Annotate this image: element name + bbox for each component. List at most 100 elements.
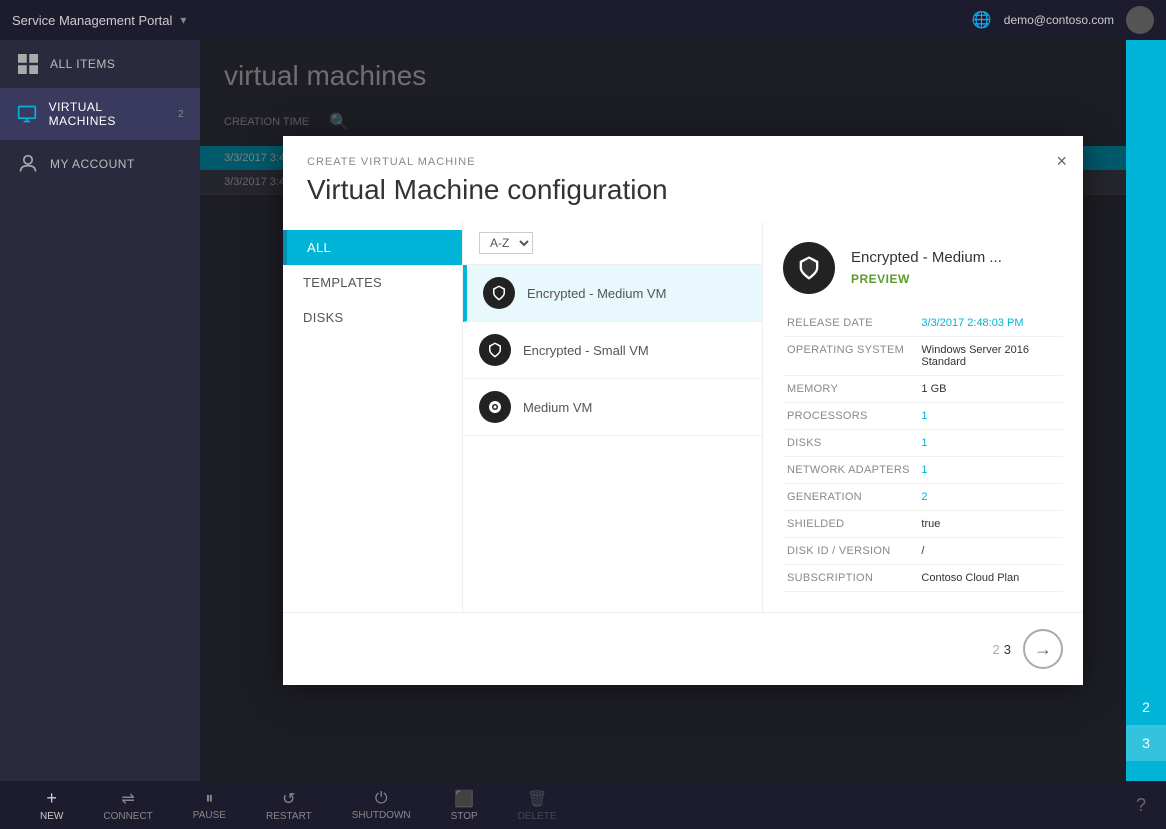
table-row: RELEASE DATE 3/3/2017 2:48:03 PM — [783, 310, 1063, 337]
sidebar-item-label: ALL ITEMS — [50, 57, 115, 71]
detail-title-block: Encrypted - Medium ... PREVIEW — [851, 249, 1002, 288]
list-item[interactable]: Medium VM — [463, 379, 762, 436]
step-3[interactable]: 3 — [1004, 642, 1011, 657]
content-area: virtual machines CREATION TIME 🔍 3/3/201… — [200, 40, 1166, 781]
dropdown-arrow-icon[interactable]: ▾ — [180, 13, 186, 27]
sidebar-item-label: VIRTUAL MACHINES — [49, 100, 166, 128]
list-item-label: Medium VM — [523, 400, 592, 415]
modal-detail: Encrypted - Medium ... PREVIEW RELEASE D… — [763, 222, 1083, 612]
sidebar-item-virtual-machines[interactable]: VIRTUAL MACHINES 2 — [0, 88, 200, 140]
field-label: RELEASE DATE — [783, 310, 917, 337]
step-indicators: 2 3 — [993, 642, 1011, 657]
detail-header: Encrypted - Medium ... PREVIEW — [783, 242, 1063, 294]
shutdown-button[interactable]: ⏻ SHUTDOWN — [332, 790, 431, 821]
pause-button[interactable]: ⏸ PAUSE — [173, 790, 246, 821]
panel-num-3[interactable]: 3 — [1126, 725, 1166, 761]
sidebar: ALL ITEMS VIRTUAL MACHINES 2 MY ACCOUNT — [0, 40, 200, 781]
list-item[interactable]: Encrypted - Small VM — [463, 322, 762, 379]
disc-icon — [479, 391, 511, 423]
restart-button[interactable]: ↺ RESTART — [246, 789, 332, 822]
field-label: SHIELDED — [783, 511, 917, 538]
new-button[interactable]: + NEW — [20, 788, 83, 822]
sidebar-badge: 2 — [178, 109, 184, 120]
user-icon — [16, 152, 40, 176]
plus-icon: + — [46, 788, 57, 809]
main-layout: ALL ITEMS VIRTUAL MACHINES 2 MY ACCOUNT — [0, 40, 1166, 781]
field-label: GENERATION — [783, 484, 917, 511]
table-row: MEMORY 1 GB — [783, 376, 1063, 403]
list-item-label: Encrypted - Medium VM — [527, 286, 666, 301]
modal-close-button[interactable]: × — [1056, 152, 1067, 170]
new-label: NEW — [40, 811, 63, 822]
field-label: OPERATING SYSTEM — [783, 337, 917, 376]
connect-button[interactable]: ⇌ CONNECT — [83, 789, 172, 822]
panel-num-2[interactable]: 2 — [1126, 689, 1166, 725]
next-arrow-icon: → — [1034, 639, 1052, 660]
table-row: NETWORK ADAPTERS 1 — [783, 457, 1063, 484]
modal-nav: ALL TEMPLATES DISKS — [283, 222, 463, 612]
top-bar: Service Management Portal ▾ 🌐 demo@conto… — [0, 0, 1166, 40]
sidebar-item-label: MY ACCOUNT — [50, 157, 135, 171]
field-value: 1 — [917, 403, 1063, 430]
detail-badge: PREVIEW — [851, 272, 910, 286]
step-2[interactable]: 2 — [993, 642, 1000, 657]
table-row: PROCESSORS 1 — [783, 403, 1063, 430]
modal-list-toolbar: A-Z — [463, 222, 762, 265]
field-value: 1 — [917, 457, 1063, 484]
grid-icon — [16, 52, 40, 76]
avatar[interactable] — [1126, 6, 1154, 34]
restart-label: RESTART — [266, 811, 312, 822]
stop-button[interactable]: ⬛ STOP — [431, 789, 498, 822]
modal-subtitle: CREATE VIRTUAL MACHINE — [307, 156, 1059, 168]
field-value: Contoso Cloud Plan — [917, 565, 1063, 592]
detail-vm-icon — [783, 242, 835, 294]
field-value: Windows Server 2016 Standard — [917, 337, 1063, 376]
app-title: Service Management Portal — [12, 13, 172, 28]
stop-label: STOP — [451, 811, 478, 822]
connect-icon: ⇌ — [121, 789, 134, 809]
detail-table: RELEASE DATE 3/3/2017 2:48:03 PM OPERATI… — [783, 310, 1063, 592]
modal-overlay: CREATE VIRTUAL MACHINE Virtual Machine c… — [200, 40, 1166, 781]
sidebar-item-my-account[interactable]: MY ACCOUNT — [0, 140, 200, 188]
field-label: SUBSCRIPTION — [783, 565, 917, 592]
sidebar-item-all-items[interactable]: ALL ITEMS — [0, 40, 200, 88]
monitor-icon — [16, 102, 39, 126]
modal-list-area: A-Z — [463, 222, 763, 612]
list-item[interactable]: Encrypted - Medium VM — [463, 265, 762, 322]
delete-button[interactable]: 🗑 DELETE — [498, 789, 577, 822]
table-row: GENERATION 2 — [783, 484, 1063, 511]
pause-label: PAUSE — [193, 810, 226, 821]
modal-title: Virtual Machine configuration — [307, 174, 1059, 206]
field-value: / — [917, 538, 1063, 565]
modal-header: CREATE VIRTUAL MACHINE Virtual Machine c… — [283, 136, 1083, 222]
table-row: DISKS 1 — [783, 430, 1063, 457]
detail-title: Encrypted - Medium ... — [851, 249, 1002, 266]
field-label: PROCESSORS — [783, 403, 917, 430]
pause-icon: ⏸ — [205, 790, 213, 808]
field-label: MEMORY — [783, 376, 917, 403]
table-row: DISK ID / VERSION / — [783, 538, 1063, 565]
delete-label: DELETE — [518, 811, 557, 822]
restart-icon: ↺ — [282, 789, 295, 809]
table-row: OPERATING SYSTEM Windows Server 2016 Sta… — [783, 337, 1063, 376]
field-value: 1 — [917, 430, 1063, 457]
shutdown-icon: ⏻ — [375, 790, 388, 808]
field-value: 2 — [917, 484, 1063, 511]
list-item-label: Encrypted - Small VM — [523, 343, 649, 358]
sort-select[interactable]: A-Z — [479, 232, 533, 254]
modal-list: Encrypted - Medium VM En — [463, 265, 762, 612]
shield-icon — [483, 277, 515, 309]
connect-label: CONNECT — [103, 811, 152, 822]
help-icon[interactable]: ? — [1136, 795, 1146, 816]
field-label: NETWORK ADAPTERS — [783, 457, 917, 484]
modal-nav-templates[interactable]: TEMPLATES — [283, 265, 462, 300]
table-row: SUBSCRIPTION Contoso Cloud Plan — [783, 565, 1063, 592]
modal-nav-disks[interactable]: DISKS — [283, 300, 462, 335]
next-button[interactable]: → — [1023, 629, 1063, 669]
globe-icon: 🌐 — [972, 10, 992, 30]
top-bar-right: 🌐 demo@contoso.com — [972, 6, 1154, 34]
delete-icon: 🗑 — [527, 789, 547, 809]
shutdown-label: SHUTDOWN — [352, 810, 411, 821]
modal-nav-all[interactable]: ALL — [283, 230, 462, 265]
bottom-toolbar: + NEW ⇌ CONNECT ⏸ PAUSE ↺ RESTART ⏻ SHUT… — [0, 781, 1166, 829]
